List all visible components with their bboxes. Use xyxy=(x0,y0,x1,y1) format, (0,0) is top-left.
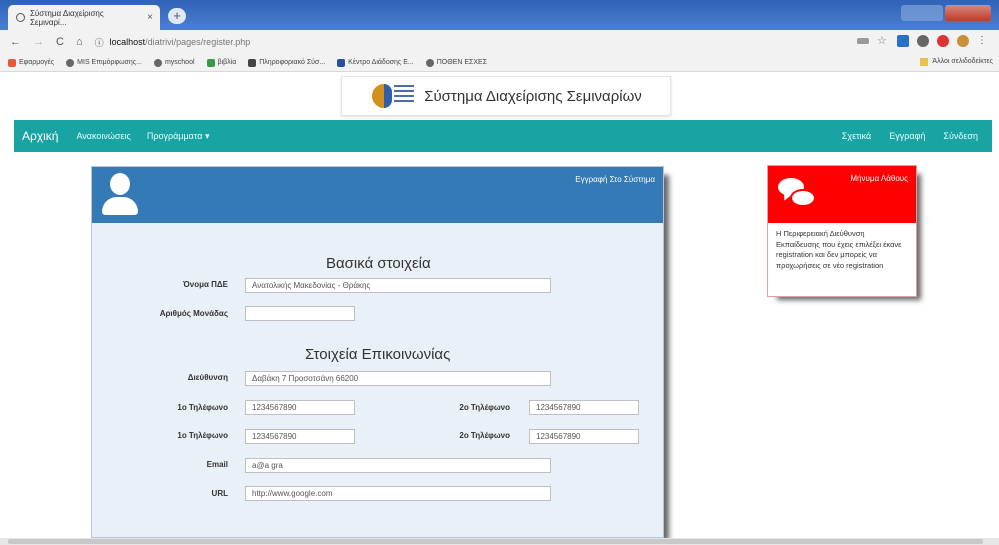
nav-announcements[interactable]: Ανακοινώσεις xyxy=(76,131,130,141)
panel-header: Εγγραφή Στο Σύστημα xyxy=(92,167,663,223)
error-title: Μήνυμα Λάθους xyxy=(850,174,908,183)
bookmark-item[interactable]: Κέντρο Διάδοσης Ε... xyxy=(337,58,414,67)
url-input[interactable]: http://www.google.com xyxy=(245,486,551,501)
phone1-input[interactable]: 1234567890 xyxy=(245,429,355,444)
globe-icon xyxy=(66,58,75,67)
info-icon: ⓘ xyxy=(94,37,104,48)
extension-icon[interactable] xyxy=(917,35,929,47)
globe-icon xyxy=(425,58,434,67)
url-label: URL xyxy=(211,489,228,498)
extension-icon[interactable] xyxy=(897,35,909,47)
browser-tab-bar: Σύστημα Διαχείρισης Σεμιναρί... × + xyxy=(0,0,999,30)
horizontal-scrollbar[interactable] xyxy=(0,538,999,545)
phone2-input[interactable]: 1234567890 xyxy=(529,429,639,444)
nav-register[interactable]: Εγγραφή xyxy=(889,131,925,141)
user-icon xyxy=(102,173,138,217)
bookmark-item[interactable]: myschool xyxy=(153,58,195,67)
nav-login[interactable]: Σύνδεση xyxy=(943,131,978,141)
star-icon[interactable]: ☆ xyxy=(877,35,889,47)
address-bar: ← → C ⌂ ⓘ localhost/diatrivi/pages/regis… xyxy=(0,30,999,54)
menu-icon[interactable]: ⋮ xyxy=(977,35,989,47)
phone2-input[interactable]: 1234567890 xyxy=(529,400,639,415)
window-controls[interactable] xyxy=(901,5,943,21)
bookmark-item[interactable]: ΠΟΘΕΝ ΕΣΧΕΣ xyxy=(425,58,487,67)
email-label: Email xyxy=(206,460,228,469)
pde-input[interactable]: Ανατολικής Μακεδονίας - Θράκης xyxy=(245,278,551,293)
new-tab-button[interactable]: + xyxy=(168,8,186,24)
close-tab-icon[interactable]: × xyxy=(147,12,153,23)
phone1-input[interactable]: 1234567890 xyxy=(245,400,355,415)
phone1-label: 1ο Τηλέφωνο xyxy=(177,403,228,412)
unit-number-label: Αριθμός Μονάδας xyxy=(159,309,228,318)
extension-icon[interactable] xyxy=(937,35,949,47)
apps-icon xyxy=(8,58,16,67)
back-icon[interactable]: ← xyxy=(10,36,21,48)
site-title: Σύστημα Διαχείρισης Σεμιναρίων xyxy=(424,87,642,105)
close-window-button[interactable] xyxy=(945,5,991,21)
url-field[interactable]: ⓘ localhost/diatrivi/pages/register.php xyxy=(95,36,251,49)
extension-icons: ☆ ⋮ xyxy=(857,35,989,47)
reload-icon[interactable]: C xyxy=(56,36,64,48)
panel-title: Εγγραφή Στο Σύστημα xyxy=(575,175,655,184)
section-basic-heading: Βασικά στοιχεία xyxy=(326,255,431,272)
registration-panel: Εγγραφή Στο Σύστημα Βασικά στοιχεία Όνομ… xyxy=(91,166,664,538)
book-icon xyxy=(206,58,215,67)
pde-label: Όνομα ΠΔΕ xyxy=(183,280,228,289)
key-icon[interactable] xyxy=(857,38,869,44)
forward-icon[interactable]: → xyxy=(33,36,44,48)
site-header: Σύστημα Διαχείρισης Σεμιναρίων xyxy=(341,76,671,116)
globe-icon xyxy=(16,13,25,22)
error-message-box: Μήνυμα Λάθους Η Περιφερειακή Διεύθυνση Ε… xyxy=(767,165,917,297)
nav-home[interactable]: Αρχική xyxy=(22,129,58,143)
bookmark-item[interactable]: βιβλία xyxy=(206,58,236,67)
avatar[interactable] xyxy=(957,35,969,47)
address-input[interactable]: Δαβάκη 7 Προσοτσάνη 66200 xyxy=(245,371,551,386)
phone2-label: 2ο Τηλέφωνο xyxy=(459,431,510,440)
error-header: Μήνυμα Λάθους xyxy=(768,166,916,223)
globe-icon xyxy=(153,58,162,67)
bookmark-item[interactable]: MIS Επιμόρφωσης... xyxy=(66,58,142,67)
error-message: Η Περιφερειακή Διεύθυνση Εκπαίδευσης που… xyxy=(776,229,902,270)
email-input[interactable]: a@a gra xyxy=(245,458,551,473)
phone2-label: 2ο Τηλέφωνο xyxy=(459,403,510,412)
folder-icon xyxy=(920,58,929,66)
bookmark-apps[interactable]: Εφαρμογές xyxy=(8,58,54,67)
bookmarks-bar: Εφαρμογές MIS Επιμόρφωσης... myschool βι… xyxy=(0,54,999,72)
unit-number-input[interactable] xyxy=(245,306,355,321)
phone1-label: 1ο Τηλέφωνο xyxy=(177,431,228,440)
chat-icon xyxy=(778,178,818,212)
tab-title: Σύστημα Διαχείρισης Σεμιναρί... xyxy=(29,8,104,27)
logo xyxy=(370,82,416,110)
nav-programs-dropdown[interactable]: Προγράμματα ▾ xyxy=(147,131,210,142)
main-navbar: Αρχική Ανακοινώσεις Προγράμματα ▾ Σχετικ… xyxy=(14,120,992,152)
bookmark-icon xyxy=(337,58,346,67)
home-icon[interactable]: ⌂ xyxy=(76,36,83,48)
other-bookmarks[interactable]: Άλλοι σελιδοδείκτες xyxy=(920,58,993,66)
bookmark-item[interactable]: Πληροφοριακό Σύσ... xyxy=(248,58,325,67)
address-label: Διεύθυνση xyxy=(187,373,228,382)
scrollbar-thumb[interactable] xyxy=(8,539,983,544)
browser-tab[interactable]: Σύστημα Διαχείρισης Σεμιναρί... × xyxy=(8,5,160,30)
nav-about[interactable]: Σχετικά xyxy=(842,131,871,141)
section-contact-heading: Στοιχεία Επικοινωνίας xyxy=(305,346,451,363)
beta-icon xyxy=(248,58,257,67)
